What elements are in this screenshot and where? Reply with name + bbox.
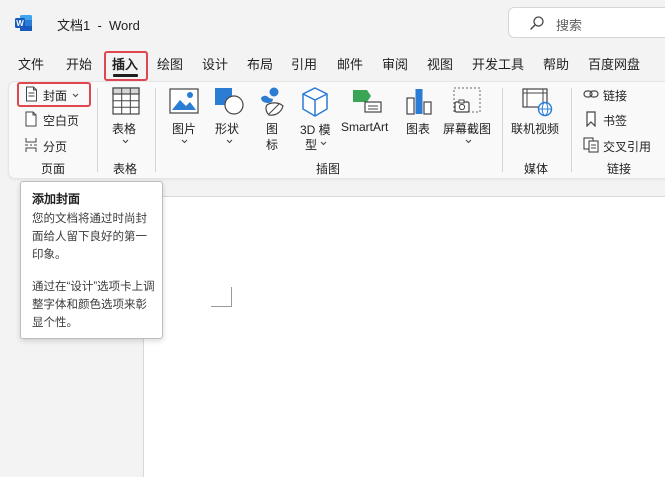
cover-page-label: 封面 [43,89,68,103]
tab-view[interactable]: 视图 [427,54,453,73]
shapes-button[interactable]: 形状 [211,86,247,148]
chevron-down-icon [226,139,233,144]
pictures-label: 图片 [172,122,197,136]
table-icon [112,87,140,115]
group-separator [155,88,156,172]
window-title: 文档1 - Word [57,18,140,33]
screenshot-label: 屏幕截图 [443,122,492,136]
online-video-icon [522,88,553,117]
chevron-down-icon [320,141,327,146]
screenshot-button[interactable]: 屏幕截图 [441,86,495,148]
3d-models-button[interactable]: 3D 模 型 [297,86,335,154]
search-box[interactable]: 搜索 [508,7,665,38]
icons-icon [261,87,284,116]
blank-page-label: 空白页 [43,114,80,128]
cover-page-tooltip: 添加封面 您的文档将通过时尚封面给人留下良好的第一印象。 通过在“设计”选项卡上… [20,181,163,339]
page-break-button[interactable]: 分页 [22,136,82,155]
tab-layout[interactable]: 布局 [247,54,273,73]
tab-developer[interactable]: 开发工具 [472,54,524,73]
svg-text:W: W [16,19,24,28]
tab-file[interactable]: 文件 [18,54,44,73]
table-button[interactable]: 表格 [106,86,146,148]
cross-reference-icon [583,137,599,153]
document-page[interactable] [143,196,665,477]
picture-icon [169,88,199,114]
tab-draw[interactable]: 绘图 [157,54,183,73]
table-label: 表格 [112,122,137,136]
tooltip-hint: 通过在“设计”选项卡上调整字体和颜色选项来彰显个性。 [32,281,155,329]
group-separator [97,88,98,172]
online-video-label: 联机视频 [511,122,560,136]
tab-help[interactable]: 帮助 [543,54,569,73]
group-separator [502,88,503,172]
smartart-icon [353,90,382,113]
tooltip-title: 添加封面 [32,192,81,206]
online-video-button[interactable]: 联机视频 [509,86,565,136]
chart-label: 图表 [406,122,431,136]
chevron-down-icon [122,139,129,144]
chevron-down-icon [181,139,188,144]
chart-icon [406,89,432,115]
3d-models-label-line2: 型 [305,138,318,152]
tab-mailings[interactable]: 邮件 [337,54,363,73]
tab-home[interactable]: 开始 [66,54,92,73]
link-label: 链接 [603,89,628,103]
page-margin-corner-mark [211,287,232,307]
page-break-label: 分页 [43,140,68,154]
shapes-icon [215,88,244,115]
3d-cube-icon [302,87,328,117]
cross-reference-label: 交叉引用 [603,140,652,154]
group-label-tables: 表格 [113,162,138,176]
pictures-button[interactable]: 图片 [166,86,202,148]
chevron-down-icon [465,139,472,144]
smartart-button[interactable]: SmartArt [339,86,395,136]
search-icon [530,16,544,30]
smartart-label: SmartArt [341,120,389,134]
group-separator [571,88,572,172]
tab-review[interactable]: 审阅 [382,54,408,73]
tab-baidu-netdisk[interactable]: 百度网盘 [588,54,640,73]
link-icon [583,90,599,98]
icons-label-line1: 图 [266,122,279,136]
tab-references[interactable]: 引用 [291,54,317,73]
group-label-links: 链接 [607,162,632,176]
screenshot-icon [453,87,481,113]
icons-button[interactable]: 图 标 [255,86,289,154]
tab-design[interactable]: 设计 [202,54,228,73]
blank-page-icon [25,111,37,127]
tooltip-description: 您的文档将通过时尚封面给人留下良好的第一印象。 [32,213,147,261]
bookmark-label: 书签 [603,114,628,128]
page-break-icon [25,138,37,152]
cross-reference-button[interactable]: 交叉引用 [581,136,656,155]
group-label-pages: 页面 [41,162,66,176]
shapes-label: 形状 [215,122,240,136]
group-label-illustrations: 插图 [316,162,341,176]
chart-button[interactable]: 图表 [402,86,436,136]
icons-label-line2: 标 [266,138,279,152]
tab-insert-highlight-box [104,51,148,81]
cover-page-button[interactable]: 封面 [20,85,88,104]
cover-page-icon [26,86,37,102]
blank-page-button[interactable]: 空白页 [22,110,82,129]
search-placeholder: 搜索 [556,18,583,33]
chevron-down-icon [72,93,79,98]
link-button[interactable]: 链接 [581,85,641,104]
group-label-media: 媒体 [524,162,549,176]
word-logo-icon: W [15,15,32,31]
bookmark-button[interactable]: 书签 [581,110,641,129]
bookmark-icon [586,111,596,127]
